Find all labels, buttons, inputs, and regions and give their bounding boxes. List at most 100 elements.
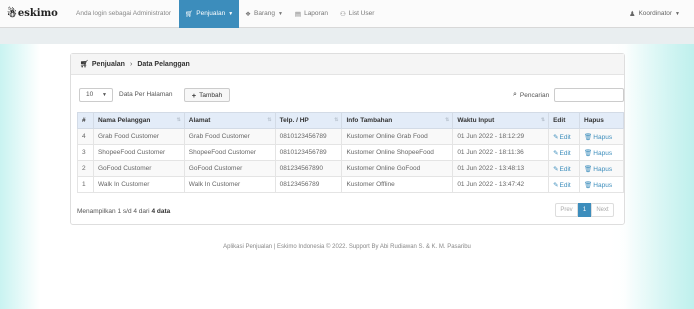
pagination: Prev 1 Next <box>555 203 614 217</box>
column-header-label: # <box>82 117 86 124</box>
pagination-prev-button[interactable]: Prev <box>555 203 578 217</box>
breadcrumb-item-current: Data Pelanggan <box>137 60 190 68</box>
column-header-waktu[interactable]: Waktu Input ⇅ <box>452 112 550 129</box>
trash-icon: 🗑︎ <box>584 165 593 173</box>
breadcrumb-item-penjualan[interactable]: Penjualan <box>92 61 125 68</box>
cell-waktu: 01 Jun 2022 - 18:11:36 <box>452 144 550 161</box>
delete-label: Hapus <box>593 165 613 173</box>
edit-link[interactable]: ✎Edit <box>548 176 581 193</box>
table-info: Menampilkan 1 s/d 4 dari 4 data <box>77 208 170 215</box>
column-header-telp[interactable]: Telp. / HP ⇅ <box>274 112 343 129</box>
search-label-text: Pencarian <box>519 91 550 99</box>
edit-link[interactable]: ✎Edit <box>548 128 581 145</box>
cell-telp: 0810123456789 <box>274 128 343 145</box>
page-size-select[interactable]: 10 ▼ <box>79 88 113 102</box>
edit-label: Edit <box>559 181 571 189</box>
cell-no: 1 <box>77 176 94 193</box>
gift-icon: ❖ <box>245 10 251 18</box>
content-edge-right <box>624 44 694 309</box>
edit-link[interactable]: ✎Edit <box>548 160 581 177</box>
pencil-icon: ✎ <box>553 149 559 157</box>
delete-label: Hapus <box>593 181 613 189</box>
nav-menu-barang[interactable]: ❖ Barang ▼ <box>239 0 289 28</box>
user-menu-label: Koordinator <box>638 10 673 17</box>
cell-alamat: Grab Food Customer <box>183 128 276 145</box>
delete-link[interactable]: 🗑︎Hapus <box>579 144 624 161</box>
cell-alamat: ShopeeFood Customer <box>183 144 276 161</box>
trash-icon: 🗑︎ <box>584 133 593 141</box>
cell-no: 3 <box>77 144 94 161</box>
cell-waktu: 01 Jun 2022 - 18:12:29 <box>452 128 550 145</box>
nav-menu-penjualan[interactable]: 🛒︎ Penjualan ▼ <box>179 0 240 28</box>
sort-icon: ⇅ <box>176 117 181 123</box>
pagination-page-current[interactable]: 1 <box>578 203 591 217</box>
trash-icon: 🗑︎ <box>584 181 593 189</box>
customer-data-panel: 🛒︎ Penjualan › Data Pelanggan 10 ▼ Data … <box>70 53 625 225</box>
brand-name: eskimo <box>17 8 58 19</box>
table-row: 2 GoFood Customer GoFood Customer 081234… <box>77 160 624 177</box>
users-icon: ⚇ <box>339 10 346 18</box>
cell-alamat: GoFood Customer <box>183 160 276 177</box>
column-header-nama[interactable]: Nama Pelanggan ⇅ <box>92 112 185 129</box>
pencil-icon: ✎ <box>553 181 559 189</box>
sort-icon: ⇅ <box>445 117 450 123</box>
table-header-row: # Nama Pelanggan ⇅ Alamat ⇅ Telp. / HP ⇅ In… <box>77 112 624 129</box>
add-customer-button[interactable]: + Tambah <box>184 88 230 102</box>
table-row: 3 ShopeeFood Customer ShopeeFood Custome… <box>77 144 624 161</box>
trash-icon: 🗑︎ <box>584 149 593 157</box>
column-header-label: Alamat <box>188 117 211 124</box>
breadcrumb-separator-icon: › <box>129 60 133 68</box>
cell-alamat: Walk In Customer <box>183 176 276 193</box>
content-top-band <box>0 28 694 44</box>
pencil-icon: ✎ <box>553 133 559 141</box>
user-menu[interactable]: ♟ Koordinator ▼ <box>629 10 680 18</box>
cell-telp: 0810123456789 <box>274 144 343 161</box>
column-header-hapus: Hapus <box>579 112 624 129</box>
chevron-down-icon: ▼ <box>102 92 107 98</box>
cell-nama: GoFood Customer <box>92 160 185 177</box>
edit-link[interactable]: ✎Edit <box>548 144 581 161</box>
cell-telp: 08123456789 <box>274 176 343 193</box>
column-header-label: Edit <box>553 117 566 124</box>
customer-table: # Nama Pelanggan ⇅ Alamat ⇅ Telp. / HP ⇅ In… <box>77 112 624 193</box>
column-header-label: Telp. / HP <box>279 117 309 124</box>
pagination-next-button[interactable]: Next <box>591 203 614 217</box>
cell-no: 2 <box>77 160 94 177</box>
login-status-text: Anda login sebagai Administrator <box>76 10 172 17</box>
delete-link[interactable]: 🗑︎Hapus <box>579 128 624 145</box>
cart-icon: 🛒︎ <box>80 61 89 68</box>
cell-info: Kustomer Online Grab Food <box>341 128 454 145</box>
column-header-label: Nama Pelanggan <box>97 117 151 124</box>
brand-logo[interactable]: ☃ eskimo <box>7 7 63 20</box>
plus-icon: + <box>191 90 197 100</box>
table-info-text: Menampilkan 1 s/d 4 dari <box>77 208 150 215</box>
column-header-edit: Edit <box>548 112 581 129</box>
sort-icon: ⇅ <box>540 117 546 123</box>
top-navbar: ☃ eskimo Anda login sebagai Administrato… <box>0 0 694 28</box>
delete-link[interactable]: 🗑︎Hapus <box>579 176 624 193</box>
column-header-no[interactable]: # <box>77 112 94 129</box>
table-controls: 10 ▼ Data Per Halaman + Tambah ⌕ Pencari… <box>79 87 625 103</box>
footer-text: Aplikasi Penjualan | Eskimo Indonesia © … <box>223 244 471 250</box>
search-label: ⌕ Pencarian <box>513 91 549 99</box>
search-input[interactable] <box>554 88 624 102</box>
column-header-label: Hapus <box>584 117 604 124</box>
nav-menu-laporan[interactable]: ▤ Laporan <box>289 0 334 28</box>
delete-label: Hapus <box>593 133 613 141</box>
nav-menu-list-user[interactable]: ⚇ List User <box>334 0 380 28</box>
search-icon: ⌕ <box>513 91 517 98</box>
delete-link[interactable]: 🗑︎Hapus <box>579 160 624 177</box>
brand-mark-icon: ☃ <box>7 7 17 20</box>
edit-label: Edit <box>559 149 571 157</box>
sort-icon: ⇅ <box>334 117 339 123</box>
table-row: 4 Grab Food Customer Grab Food Customer … <box>77 128 624 145</box>
delete-label: Hapus <box>593 149 613 157</box>
column-header-info[interactable]: Info Tambahan ⇅ <box>341 112 454 129</box>
cell-nama: ShopeeFood Customer <box>92 144 185 161</box>
caret-down-icon: ▼ <box>277 10 283 17</box>
column-header-alamat[interactable]: Alamat ⇅ <box>183 112 276 129</box>
caret-down-icon: ▼ <box>228 10 234 17</box>
caret-down-icon: ▼ <box>675 10 680 17</box>
cart-icon: 🛒︎ <box>185 10 194 18</box>
cell-info: Kustomer Online ShopeeFood <box>341 144 454 161</box>
